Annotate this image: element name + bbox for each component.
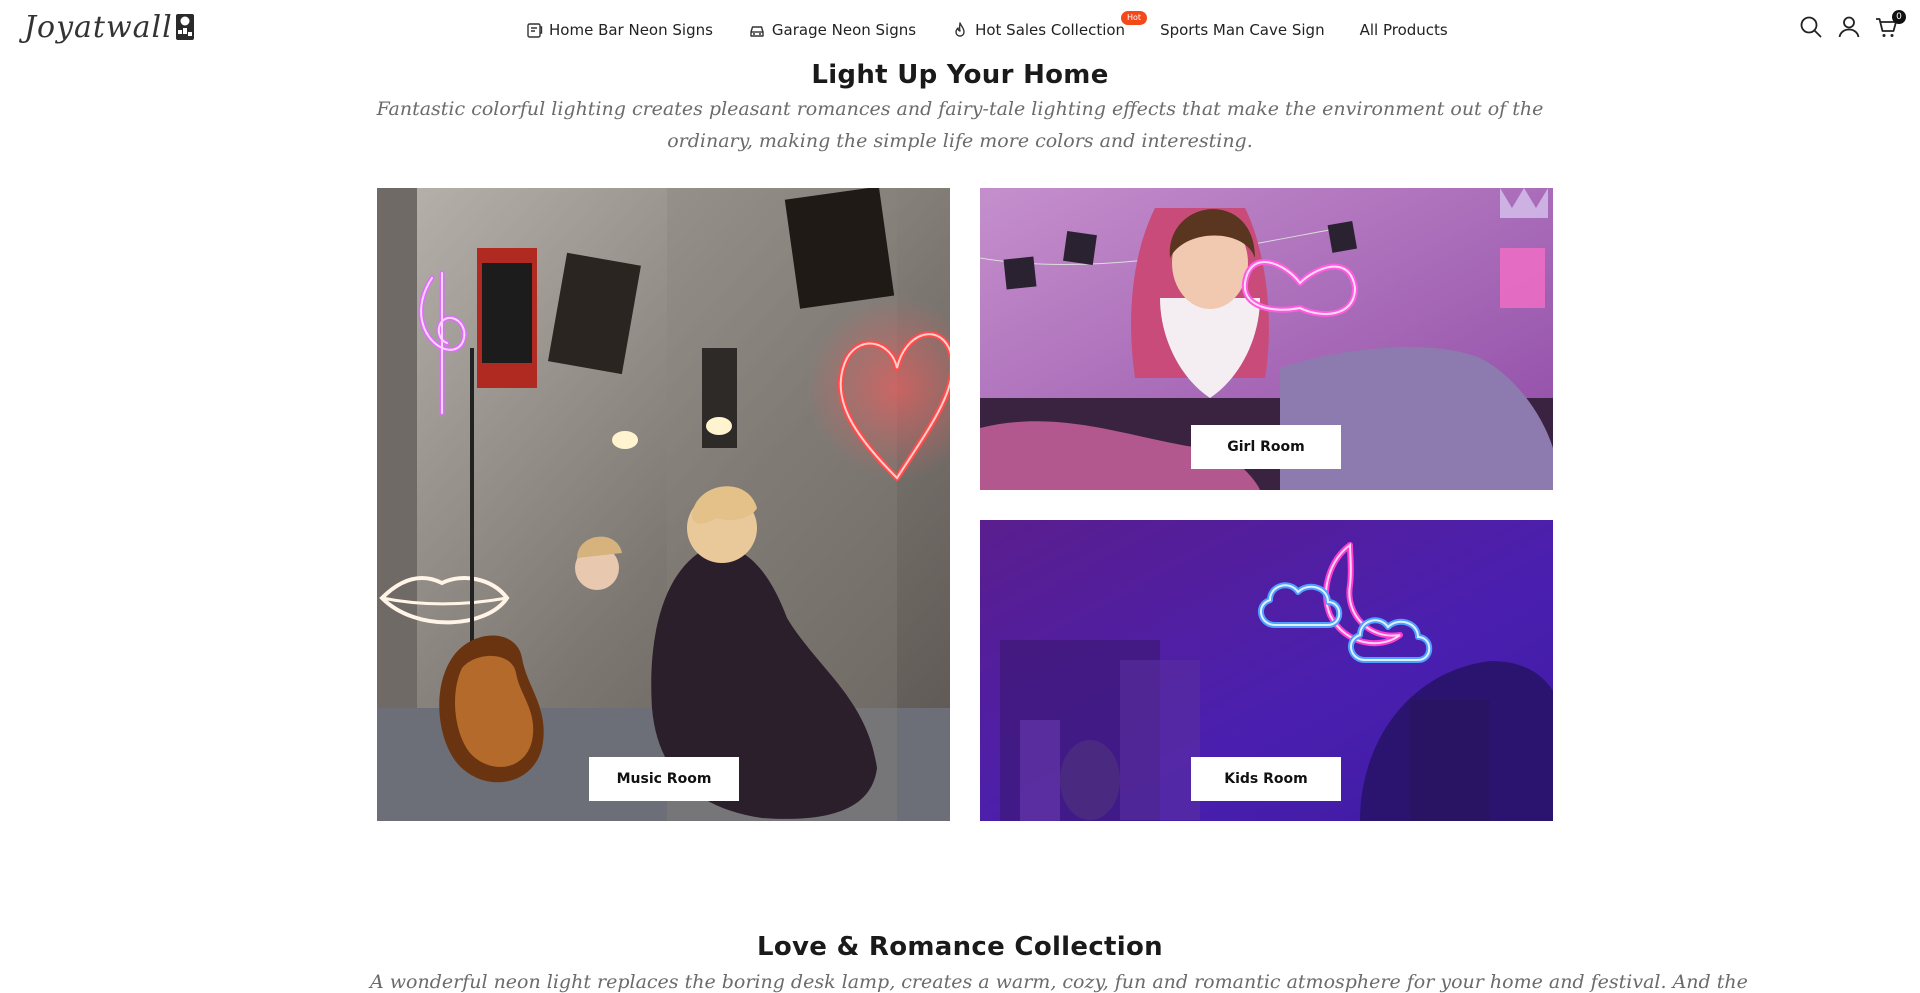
nav-item-hot-sales[interactable]: Hot Sales Collection Hot xyxy=(951,11,1148,39)
nav-label: Garage Neon Signs xyxy=(771,21,917,39)
kids-room-button[interactable]: Kids Room xyxy=(1191,757,1341,801)
main-nav: Home Bar Neon Signs Garage Neon Signs Ho… xyxy=(525,11,1483,42)
nav-item-sports[interactable]: Sports Man Cave Sign xyxy=(1160,21,1325,39)
section-title-love: Love & Romance Collection xyxy=(757,932,1163,962)
music-room-button[interactable]: Music Room xyxy=(589,757,739,801)
cart-icon[interactable]: 0 xyxy=(1874,10,1906,40)
section-subtitle-love: A wonderful neon light replaces the bori… xyxy=(370,971,1748,993)
bar-sign-icon xyxy=(525,21,543,39)
cart-count-badge: 0 xyxy=(1892,10,1906,24)
logo-mark-icon xyxy=(175,14,194,40)
nav-label: Sports Man Cave Sign xyxy=(1160,21,1325,39)
brand-logo[interactable]: Joyatwall xyxy=(24,8,196,48)
nav-item-all-products[interactable]: All Products xyxy=(1360,21,1448,39)
tile-music-room[interactable]: Music Room xyxy=(377,188,950,821)
flame-icon xyxy=(951,21,969,39)
header-actions: 0 xyxy=(1786,10,1906,40)
search-icon[interactable] xyxy=(1798,14,1824,40)
tile-girl-room[interactable]: Girl Room xyxy=(980,188,1553,490)
user-icon[interactable] xyxy=(1836,14,1862,40)
section-subtitle: Fantastic colorful lighting creates plea… xyxy=(376,98,1544,152)
site-header: Joyatwall Home Bar Neon Signs Garage Neo… xyxy=(0,0,1920,60)
hot-badge: Hot xyxy=(1121,11,1148,25)
nav-label: All Products xyxy=(1359,21,1448,39)
tile-kids-room[interactable]: Kids Room xyxy=(980,520,1553,821)
nav-item-garage[interactable]: Garage Neon Signs xyxy=(748,21,916,39)
music-room-photo xyxy=(377,188,950,821)
nav-item-home-bar[interactable]: Home Bar Neon Signs xyxy=(525,21,713,39)
car-icon xyxy=(748,21,766,39)
girl-room-button[interactable]: Girl Room xyxy=(1191,425,1341,469)
nav-label: Hot Sales Collection xyxy=(975,21,1126,39)
section-title: Light Up Your Home xyxy=(811,60,1109,90)
nav-label: Home Bar Neon Signs xyxy=(549,21,713,39)
brand-name: Joyatwall xyxy=(24,10,173,45)
